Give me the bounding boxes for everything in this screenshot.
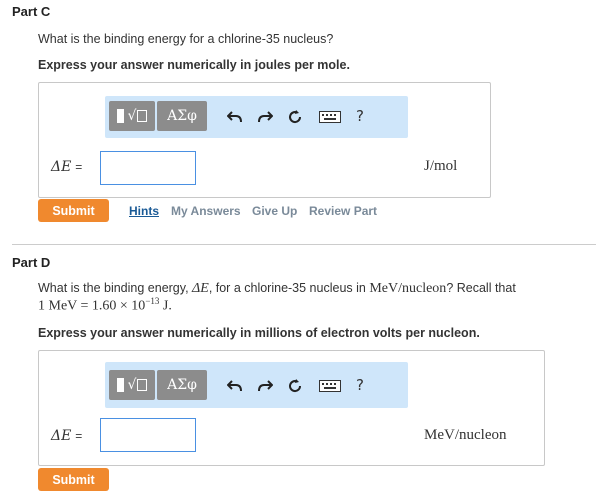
greek-symbols-button[interactable]: ΑΣφ <box>157 101 207 131</box>
question-unit: MeV/nucleon <box>369 281 447 296</box>
redo-icon[interactable] <box>255 107 275 127</box>
my-answers-link[interactable]: My Answers <box>171 204 241 218</box>
question-text: ? Recall that <box>446 281 516 295</box>
recall-equation: 1 MeV = 1.60 × 10−13 J. <box>38 296 172 315</box>
part-c-answer-input[interactable] <box>100 151 196 185</box>
part-d-unit: MeV/nucleon <box>424 427 507 443</box>
hints-link[interactable]: Hints <box>129 204 159 218</box>
question-text: What is the binding energy, <box>38 281 193 295</box>
part-c-question: What is the binding energy for a chlorin… <box>38 32 334 46</box>
undo-icon[interactable] <box>225 107 245 127</box>
part-d-instruction: Express your answer numerically in milli… <box>38 326 480 340</box>
part-d-question: What is the binding energy, ΔE, for a ch… <box>38 281 516 297</box>
undo-icon[interactable] <box>225 376 245 396</box>
part-d-answer-input[interactable] <box>100 418 196 452</box>
part-d-submit-button[interactable]: Submit <box>38 468 109 491</box>
part-c-variable-label: ΔE = <box>51 158 82 175</box>
review-part-link[interactable]: Review Part <box>309 204 377 218</box>
recall-exponent: −13 <box>145 296 160 306</box>
question-text: , for a chlorine-35 nucleus in <box>208 281 370 295</box>
greek-symbols-button[interactable]: ΑΣφ <box>157 370 207 400</box>
variable-symbol: ΔE <box>51 159 72 175</box>
give-up-link[interactable]: Give Up <box>252 204 297 218</box>
keyboard-icon[interactable] <box>318 376 342 396</box>
part-c-unit: J/mol <box>424 158 458 174</box>
part-d-math-toolbar: √ ΑΣφ ? <box>105 362 408 408</box>
part-c-title: Part C <box>12 4 51 19</box>
question-variable: ΔE <box>192 281 209 296</box>
redo-icon[interactable] <box>255 376 275 396</box>
reset-icon[interactable] <box>285 107 305 127</box>
part-d-variable-label: ΔE = <box>51 427 82 444</box>
recall-lhs: 1 MeV = 1.60 × 10 <box>38 298 146 314</box>
section-divider <box>12 244 596 245</box>
help-icon[interactable]: ? <box>356 107 364 125</box>
equals-sign: = <box>75 429 83 443</box>
equals-sign: = <box>75 160 83 174</box>
template-icon[interactable]: √ <box>109 101 155 131</box>
keyboard-icon[interactable] <box>318 107 342 127</box>
part-c-math-toolbar: √ ΑΣφ ? <box>105 96 408 138</box>
recall-rhs: J. <box>159 298 172 314</box>
part-c-answer-box: √ ΑΣφ ? ΔE = J/mol <box>38 82 491 198</box>
part-d-answer-box: √ ΑΣφ ? ΔE = MeV/nucleon <box>38 350 545 466</box>
variable-symbol: ΔE <box>51 428 72 444</box>
part-c-instruction: Express your answer numerically in joule… <box>38 58 350 72</box>
help-icon[interactable]: ? <box>356 376 364 394</box>
part-d-title: Part D <box>12 255 51 270</box>
reset-icon[interactable] <box>285 376 305 396</box>
part-c-submit-button[interactable]: Submit <box>38 199 109 222</box>
template-icon[interactable]: √ <box>109 370 155 400</box>
